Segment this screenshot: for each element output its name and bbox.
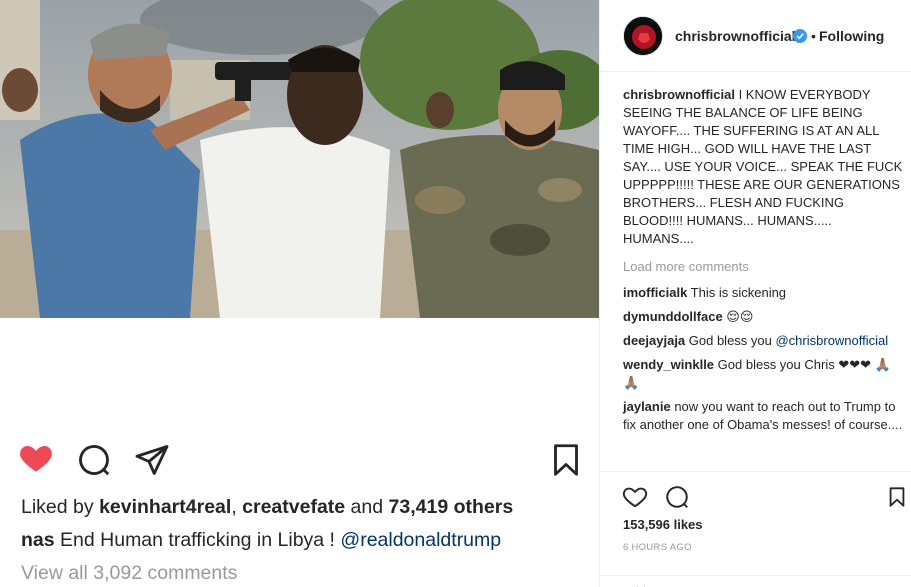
liked-prefix: Liked by xyxy=(21,496,100,518)
add-comment-input[interactable]: Add a comment... xyxy=(600,575,911,587)
post-header: chrisbrownofficial • Following xyxy=(600,0,911,72)
list-item: imofficialk This is sickening xyxy=(623,284,903,302)
comment-user-link[interactable]: jaylanie xyxy=(623,399,671,414)
comment-text: This is sickening xyxy=(687,285,787,300)
comment-user-link[interactable]: chrisbrownofficial xyxy=(623,87,735,102)
post-caption: nas End Human trafficking in Libya ! @re… xyxy=(21,529,501,552)
comment-icon[interactable] xyxy=(664,484,690,515)
comment-user-link[interactable]: dymunddollface xyxy=(623,309,723,324)
post-media-panel: Liked by kevinhart4real, creatvefate and… xyxy=(0,0,599,587)
header-dot: • xyxy=(811,28,816,44)
liked-count-link[interactable]: 73,419 others xyxy=(389,496,514,518)
liked-by-line: Liked by kevinhart4real, creatvefate and… xyxy=(21,496,513,519)
comment-text: I KNOW EVERYBODY SEEING THE BALANCE OF L… xyxy=(623,87,903,246)
heart-outline-icon[interactable] xyxy=(622,484,648,515)
post-timestamp: 6 HOURS AGO xyxy=(623,542,692,553)
caption-mention-link[interactable]: @realdonaldtrump xyxy=(340,529,501,551)
comment-text: 😌😌 xyxy=(722,309,754,324)
verified-badge-icon xyxy=(793,29,807,43)
likes-count[interactable]: 153,596 likes xyxy=(623,517,703,532)
comment-user-link[interactable]: imofficialk xyxy=(623,285,687,300)
list-item: wendy_winklle God bless you Chris ❤❤❤ 🙏🏽… xyxy=(623,356,903,392)
list-item: deejayjaja God bless you @chrisbrownoffi… xyxy=(623,332,903,350)
comment-user-link[interactable]: wendy_winklle xyxy=(623,357,714,372)
header-username-link[interactable]: chrisbrownofficial xyxy=(675,28,796,44)
post-details-panel: chrisbrownofficial • Following chrisbrow… xyxy=(599,0,911,587)
comments-list: chrisbrownofficial I KNOW EVERYBODY SEEI… xyxy=(623,86,903,440)
view-all-comments-link[interactable]: View all 3,092 comments xyxy=(21,562,237,585)
right-action-bar: 153,596 likes 6 HOURS AGO Add a comment.… xyxy=(600,471,911,587)
list-item: dymunddollface 😌😌 xyxy=(623,308,903,326)
photo-illustration xyxy=(0,0,599,318)
bookmark-icon[interactable] xyxy=(548,442,584,483)
bookmark-icon[interactable] xyxy=(886,484,908,515)
caption-user-link[interactable]: nas xyxy=(21,529,55,551)
avatar[interactable] xyxy=(623,16,663,56)
liked-mid: and xyxy=(345,496,389,518)
list-item: jaylanie now you want to reach out to Tr… xyxy=(623,398,903,434)
comment-icon[interactable] xyxy=(76,442,112,483)
liked-user2-link[interactable]: creatvefate xyxy=(242,496,345,518)
post-action-bar xyxy=(18,440,583,480)
liked-user-link[interactable]: kevinhart4real xyxy=(99,496,231,518)
share-icon[interactable] xyxy=(134,442,170,483)
liked-sep: , xyxy=(231,496,243,518)
caption-text: End Human trafficking in Libya ! xyxy=(54,529,341,551)
following-button[interactable]: Following xyxy=(819,28,884,44)
load-more-comments-button[interactable]: Load more comments xyxy=(623,258,903,276)
caption-comment: chrisbrownofficial I KNOW EVERYBODY SEEI… xyxy=(623,86,903,248)
heart-icon[interactable] xyxy=(18,440,54,481)
post-photo[interactable] xyxy=(0,0,599,318)
comment-text: God bless you xyxy=(685,333,776,348)
comment-mention-link[interactable]: @chrisbrownofficial xyxy=(775,333,888,348)
comment-user-link[interactable]: deejayjaja xyxy=(623,333,685,348)
